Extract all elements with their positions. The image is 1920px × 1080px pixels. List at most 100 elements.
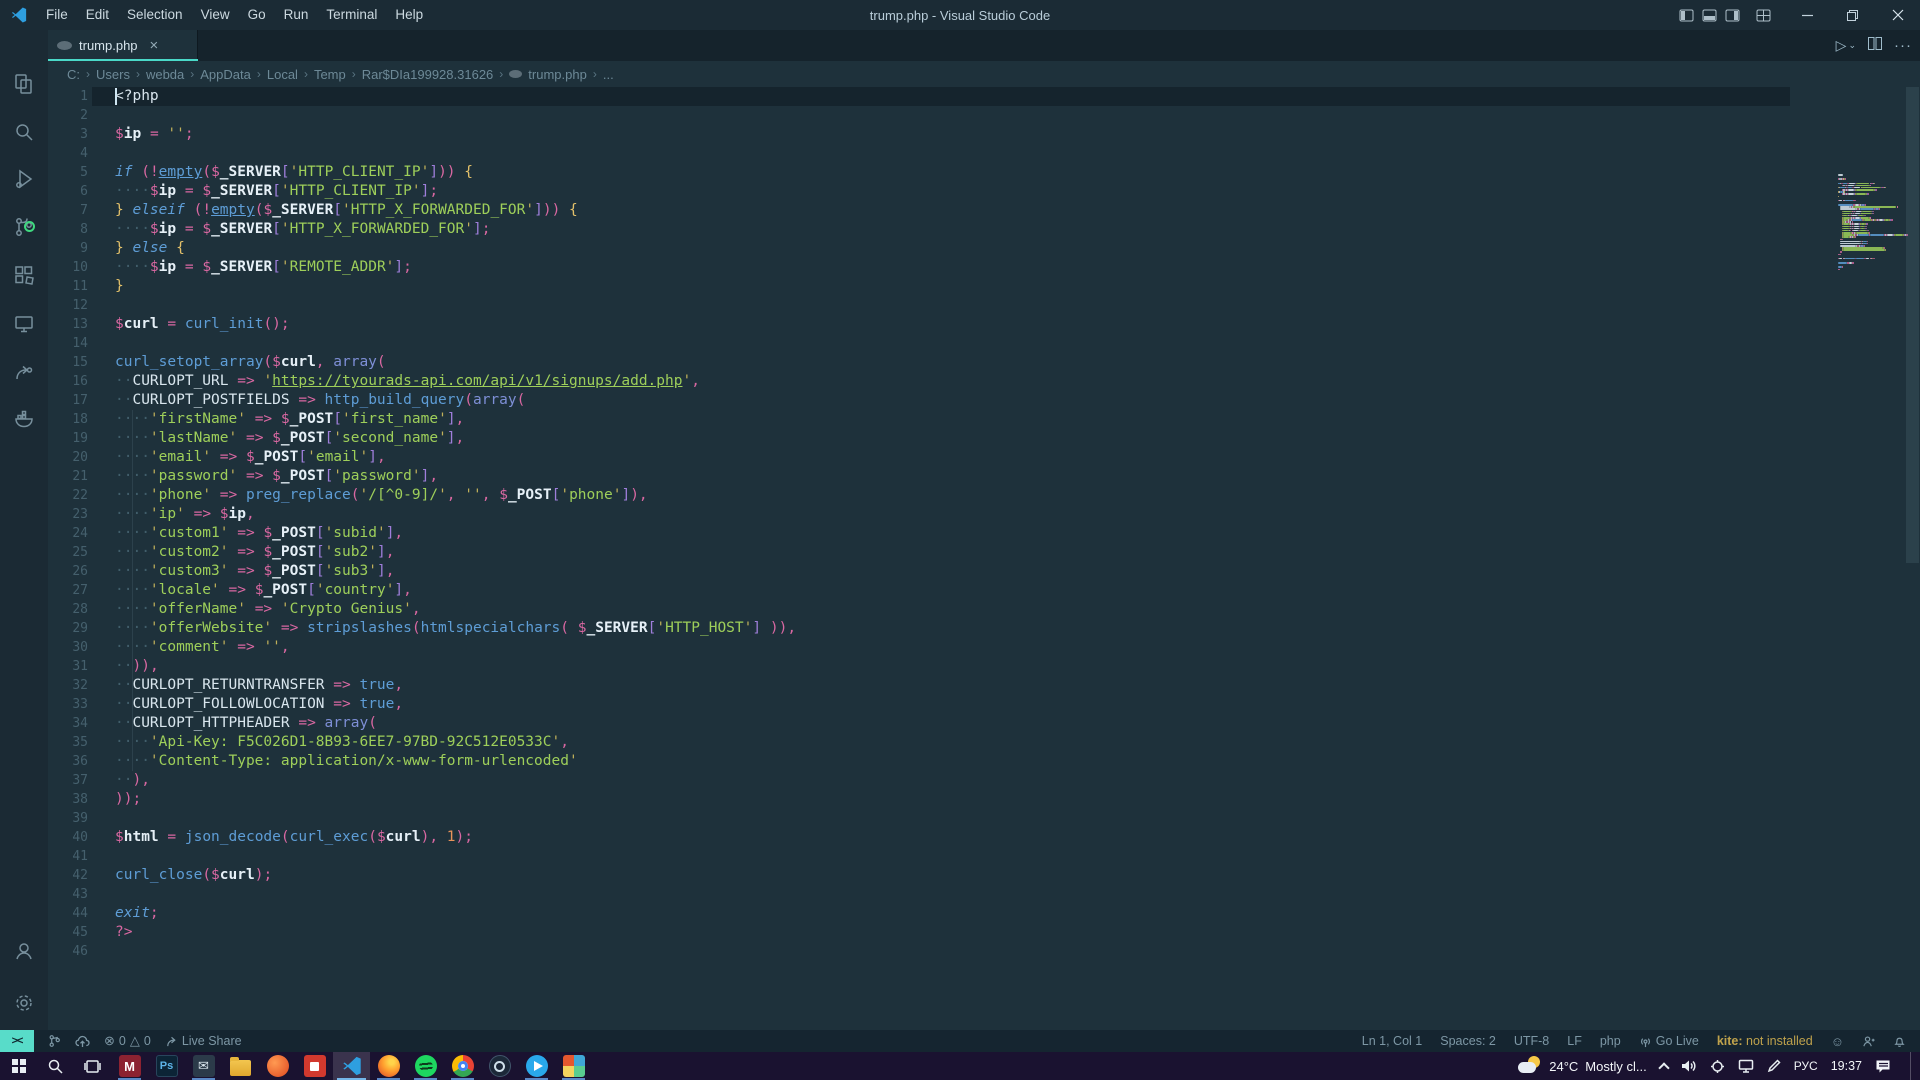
menu-edit[interactable]: Edit: [77, 0, 118, 30]
live-share-icon[interactable]: [0, 352, 48, 392]
line-number: 42: [48, 866, 88, 885]
split-editor-icon[interactable]: [1868, 37, 1882, 55]
status-bar: >< ⊗ 0 △ 0 Live Share Ln 1, Col 1 Spaces…: [0, 1030, 1920, 1052]
line-col-indicator[interactable]: Ln 1, Col 1: [1362, 1034, 1422, 1048]
language-indicator-tray[interactable]: РУС: [1794, 1059, 1818, 1073]
docker-icon[interactable]: [0, 399, 48, 439]
notifications-bell-icon[interactable]: [1893, 1035, 1906, 1048]
line-number: 8: [48, 220, 88, 239]
kite-status[interactable]: kite: not installed: [1717, 1034, 1813, 1048]
taskbar-app-spotify[interactable]: [407, 1052, 444, 1080]
taskbar-app-mosaic[interactable]: [555, 1052, 592, 1080]
errors-count: 0: [119, 1034, 126, 1048]
breadcrumb-segment[interactable]: Rar$DIa199928.31626: [362, 67, 494, 82]
toggle-secondary-sidebar-icon[interactable]: [1721, 0, 1744, 30]
taskbar-app-photoshop[interactable]: Ps: [148, 1052, 185, 1080]
explorer-icon[interactable]: [0, 64, 48, 104]
taskbar-app-m[interactable]: M: [111, 1052, 148, 1080]
breadcrumb-segment[interactable]: Users: [96, 67, 130, 82]
minimize-button[interactable]: [1785, 0, 1830, 30]
remote-indicator[interactable]: ><: [0, 1030, 34, 1052]
php-file-icon: [509, 70, 522, 78]
taskbar-app-file-explorer[interactable]: [222, 1052, 259, 1080]
encoding-indicator[interactable]: UTF-8: [1514, 1034, 1549, 1048]
action-center-icon[interactable]: [1875, 1059, 1891, 1074]
cloud-upload-icon: [75, 1035, 90, 1048]
taskbar-app-orange[interactable]: [259, 1052, 296, 1080]
close-button[interactable]: [1875, 0, 1920, 30]
menu-view[interactable]: View: [192, 0, 239, 30]
tray-expand-chevron-icon[interactable]: [1658, 1062, 1669, 1073]
taskbar-app-telegram[interactable]: [518, 1052, 555, 1080]
source-control-icon[interactable]: [0, 207, 48, 247]
line-number: 6: [48, 182, 88, 201]
taskbar-app-mail[interactable]: ✉: [185, 1052, 222, 1080]
toggle-sidebar-icon[interactable]: [1675, 0, 1698, 30]
code-line: 45?>: [48, 923, 1920, 942]
search-icon[interactable]: [0, 112, 48, 152]
publish-item[interactable]: [75, 1035, 90, 1048]
code-line: 11}: [48, 277, 1920, 296]
more-actions-icon[interactable]: ···: [1894, 37, 1912, 54]
eol-indicator[interactable]: LF: [1567, 1034, 1582, 1048]
accounts-icon[interactable]: [0, 931, 48, 971]
breadcrumb-symbol-tail[interactable]: ...: [603, 67, 614, 82]
menu-file[interactable]: File: [37, 0, 77, 30]
breadcrumb-segment[interactable]: Temp: [314, 67, 346, 82]
live-share-item[interactable]: Live Share: [165, 1034, 242, 1048]
taskbar-app-vscode[interactable]: [333, 1052, 370, 1080]
breadcrumb-segment[interactable]: C:: [67, 67, 80, 82]
clock[interactable]: 19:37: [1831, 1059, 1862, 1073]
pen-icon[interactable]: [1767, 1059, 1781, 1073]
customize-layout-icon[interactable]: [1752, 0, 1775, 30]
vertical-scrollbar[interactable]: [1905, 61, 1920, 1052]
run-debug-icon[interactable]: [0, 159, 48, 199]
start-button[interactable]: [0, 1052, 37, 1080]
breadcrumb-segment[interactable]: webda: [146, 67, 184, 82]
line-number: 41: [48, 847, 88, 866]
tray-app-icon[interactable]: [1710, 1059, 1725, 1074]
taskbar-app-firefox[interactable]: [370, 1052, 407, 1080]
run-dropdown-caret[interactable]: ⌄: [1848, 40, 1856, 51]
problems-item[interactable]: ⊗ 0 △ 0: [104, 1033, 151, 1049]
indentation-indicator[interactable]: Spaces: 2: [1440, 1034, 1496, 1048]
breadcrumb-file[interactable]: trump.php: [528, 67, 587, 82]
source-control-branch-item[interactable]: [48, 1034, 61, 1048]
taskbar-search-icon[interactable]: [37, 1052, 74, 1080]
branch-icon: [48, 1034, 61, 1048]
line-number: 17: [48, 391, 88, 410]
system-tray: 24°C Mostly cl... РУС 19:37: [1518, 1052, 1920, 1080]
breadcrumb-segment[interactable]: Local: [267, 67, 298, 82]
toggle-panel-icon[interactable]: [1698, 0, 1721, 30]
code-editor[interactable]: 1<?php23$ip = '';45if (!empty($_SERVER['…: [48, 87, 1920, 1052]
go-live-item[interactable]: Go Live: [1639, 1034, 1699, 1048]
taskbar-app-red[interactable]: [296, 1052, 333, 1080]
menu-help[interactable]: Help: [386, 0, 432, 30]
run-code-button[interactable]: ▷⌄: [1836, 37, 1856, 54]
restore-button[interactable]: [1830, 0, 1875, 30]
person-icon[interactable]: [1862, 1035, 1875, 1048]
network-icon[interactable]: [1738, 1059, 1754, 1073]
taskbar-app-chrome[interactable]: [444, 1052, 481, 1080]
tab-trump-php[interactable]: trump.php ×: [48, 30, 198, 61]
menu-selection[interactable]: Selection: [118, 0, 192, 30]
line-number: 1: [48, 87, 88, 106]
show-desktop-strip[interactable]: [1910, 1052, 1914, 1080]
weather-widget[interactable]: 24°C Mostly cl...: [1518, 1056, 1646, 1076]
language-indicator[interactable]: php: [1600, 1034, 1621, 1048]
taskbar-app-steam[interactable]: [481, 1052, 518, 1080]
settings-gear-icon[interactable]: [0, 983, 48, 1023]
extensions-icon[interactable]: [0, 255, 48, 295]
feedback-smiley-icon[interactable]: ☺: [1831, 1034, 1844, 1049]
tab-close-icon[interactable]: ×: [150, 38, 159, 53]
menu-terminal[interactable]: Terminal: [317, 0, 386, 30]
breadcrumb-separator-icon: ›: [86, 67, 90, 81]
remote-explorer-icon[interactable]: [0, 304, 48, 344]
menu-run[interactable]: Run: [275, 0, 318, 30]
menu-go[interactable]: Go: [239, 0, 275, 30]
code-line: 27····'locale' => $_POST['country'],: [48, 581, 1920, 600]
breadcrumb-segment[interactable]: AppData: [200, 67, 251, 82]
scrollbar-thumb[interactable]: [1906, 67, 1919, 563]
task-view-icon[interactable]: [74, 1052, 111, 1080]
volume-icon[interactable]: [1681, 1059, 1697, 1073]
